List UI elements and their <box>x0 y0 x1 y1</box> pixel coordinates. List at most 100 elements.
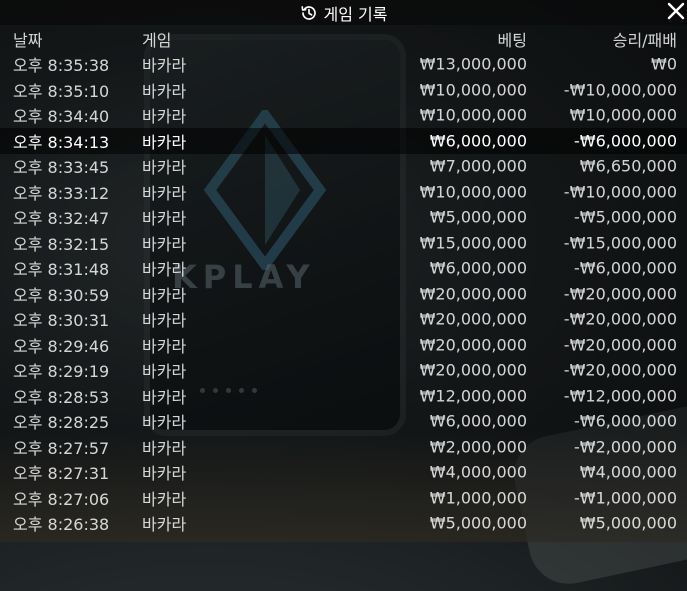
cell-result: -₩20,000,000 <box>563 284 677 304</box>
cell-date: 오후 8:33:45 <box>13 158 110 178</box>
cell-result: ₩4,000,000 <box>579 462 677 482</box>
cell-date: 오후 8:32:47 <box>13 209 110 229</box>
cell-result: -₩6,000,000 <box>573 411 677 431</box>
table-row[interactable]: 오후 8:33:12 바카라 ₩10,000,000 -₩10,000,000 <box>0 179 687 205</box>
cell-result: -₩20,000,000 <box>563 335 677 355</box>
column-header-bet: 베팅 <box>497 30 527 50</box>
cell-bet: ₩20,000,000 <box>419 335 527 355</box>
cell-result: -₩10,000,000 <box>563 80 677 100</box>
table-header: 날짜 게임 베팅 승리/패배 <box>0 26 687 52</box>
column-header-date: 날짜 <box>13 30 43 50</box>
cell-bet: ₩10,000,000 <box>419 182 527 202</box>
history-table: 날짜 게임 베팅 승리/패배 오후 8:35:38 바카라 ₩13,000,000 ₩… <box>0 26 687 536</box>
cell-result: -₩1,000,000 <box>573 488 677 508</box>
cell-date: 오후 8:27:57 <box>13 438 110 458</box>
cell-game: 바카라 <box>142 464 187 484</box>
cell-bet: ₩6,000,000 <box>429 411 527 431</box>
table-row[interactable]: 오후 8:29:19 바카라 ₩20,000,000 -₩20,000,000 <box>0 358 687 384</box>
table-row[interactable]: 오후 8:34:40 바카라 ₩10,000,000 ₩10,000,000 <box>0 103 687 129</box>
cell-bet: ₩13,000,000 <box>419 54 527 74</box>
table-row[interactable]: 오후 8:27:31 바카라 ₩4,000,000 ₩4,000,000 <box>0 460 687 486</box>
cell-bet: ₩10,000,000 <box>419 80 527 100</box>
cell-game: 바카라 <box>142 132 187 152</box>
cell-game: 바카라 <box>142 285 187 305</box>
table-row[interactable]: 오후 8:33:45 바카라 ₩7,000,000 ₩6,650,000 <box>0 154 687 180</box>
cell-bet: ₩5,000,000 <box>429 513 527 533</box>
cell-date: 오후 8:33:12 <box>13 183 110 203</box>
cell-result: -₩12,000,000 <box>563 386 677 406</box>
cell-game: 바카라 <box>142 438 187 458</box>
title-bar: 게임 기록 <box>0 0 687 25</box>
cell-bet: ₩7,000,000 <box>429 156 527 176</box>
table-row[interactable]: 오후 8:32:47 바카라 ₩5,000,000 -₩5,000,000 <box>0 205 687 231</box>
table-row[interactable]: 오후 8:29:46 바카라 ₩20,000,000 -₩20,000,000 <box>0 332 687 358</box>
cell-bet: ₩6,000,000 <box>429 131 527 151</box>
cell-game: 바카라 <box>142 387 187 407</box>
cell-date: 오후 8:35:38 <box>13 56 110 76</box>
table-row[interactable]: 오후 8:30:31 바카라 ₩20,000,000 -₩20,000,000 <box>0 307 687 333</box>
table-row[interactable]: 오후 8:31:48 바카라 ₩6,000,000 -₩6,000,000 <box>0 256 687 282</box>
cell-result: -₩15,000,000 <box>563 233 677 253</box>
page-title: 게임 기록 <box>323 4 388 24</box>
cell-game: 바카라 <box>142 515 187 535</box>
title-group: 게임 기록 <box>0 0 687 25</box>
cell-bet: ₩5,000,000 <box>429 207 527 227</box>
table-body: 오후 8:35:38 바카라 ₩13,000,000 ₩0 오후 8:35:10 바카라 ₩… <box>0 52 687 537</box>
cell-game: 바카라 <box>142 234 187 254</box>
cell-game: 바카라 <box>142 362 187 382</box>
table-row[interactable]: 오후 8:28:25 바카라 ₩6,000,000 -₩6,000,000 <box>0 409 687 435</box>
cell-game: 바카라 <box>142 56 187 76</box>
cell-date: 오후 8:34:13 <box>13 132 110 152</box>
table-row[interactable]: 오후 8:35:10 바카라 ₩10,000,000 -₩10,000,000 <box>0 77 687 103</box>
table-row[interactable]: 오후 8:32:15 바카라 ₩15,000,000 -₩15,000,000 <box>0 230 687 256</box>
cell-game: 바카라 <box>142 260 187 280</box>
cell-result: ₩10,000,000 <box>569 105 677 125</box>
cell-bet: ₩2,000,000 <box>429 437 527 457</box>
table-row[interactable]: 오후 8:27:57 바카라 ₩2,000,000 -₩2,000,000 <box>0 434 687 460</box>
history-icon <box>300 5 316 20</box>
table-row[interactable]: 오후 8:34:13 바카라 ₩6,000,000 -₩6,000,000 <box>0 128 687 154</box>
cell-bet: ₩20,000,000 <box>419 284 527 304</box>
cell-date: 오후 8:26:38 <box>13 515 110 535</box>
cell-bet: ₩4,000,000 <box>429 462 527 482</box>
table-row[interactable]: 오후 8:26:38 바카라 ₩5,000,000 ₩5,000,000 <box>0 511 687 537</box>
cell-result: -₩6,000,000 <box>573 258 677 278</box>
cell-bet: ₩15,000,000 <box>419 233 527 253</box>
table-row[interactable]: 오후 8:28:53 바카라 ₩12,000,000 -₩12,000,000 <box>0 383 687 409</box>
cell-game: 바카라 <box>142 489 187 509</box>
cell-bet: ₩12,000,000 <box>419 386 527 406</box>
table-row[interactable]: 오후 8:30:59 바카라 ₩20,000,000 -₩20,000,000 <box>0 281 687 307</box>
cell-date: 오후 8:30:59 <box>13 285 110 305</box>
cell-game: 바카라 <box>142 107 187 127</box>
close-icon[interactable] <box>665 0 687 22</box>
cell-result: -₩2,000,000 <box>573 437 677 457</box>
cell-date: 오후 8:29:46 <box>13 336 110 356</box>
cell-date: 오후 8:28:53 <box>13 387 110 407</box>
table-row[interactable]: 오후 8:27:06 바카라 ₩1,000,000 -₩1,000,000 <box>0 485 687 511</box>
cell-result: -₩10,000,000 <box>563 182 677 202</box>
cell-bet: ₩1,000,000 <box>429 488 527 508</box>
cell-date: 오후 8:35:10 <box>13 81 110 101</box>
cell-date: 오후 8:27:06 <box>13 489 110 509</box>
cell-game: 바카라 <box>142 209 187 229</box>
cell-date: 오후 8:32:15 <box>13 234 110 254</box>
cell-date: 오후 8:28:25 <box>13 413 110 433</box>
cell-bet: ₩10,000,000 <box>419 105 527 125</box>
cell-game: 바카라 <box>142 81 187 101</box>
cell-game: 바카라 <box>142 183 187 203</box>
cell-result: -₩20,000,000 <box>563 309 677 329</box>
cell-bet: ₩20,000,000 <box>419 309 527 329</box>
cell-result: -₩5,000,000 <box>573 207 677 227</box>
cell-result: -₩6,000,000 <box>573 131 677 151</box>
cell-result: ₩6,650,000 <box>579 156 677 176</box>
cell-bet: ₩20,000,000 <box>419 360 527 380</box>
cell-bet: ₩6,000,000 <box>429 258 527 278</box>
cell-game: 바카라 <box>142 158 187 178</box>
cell-date: 오후 8:31:48 <box>13 260 110 280</box>
cell-result: ₩5,000,000 <box>579 513 677 533</box>
table-row[interactable]: 오후 8:35:38 바카라 ₩13,000,000 ₩0 <box>0 52 687 78</box>
cell-result: -₩20,000,000 <box>563 360 677 380</box>
cell-date: 오후 8:29:19 <box>13 362 110 382</box>
cell-date: 오후 8:30:31 <box>13 311 110 331</box>
column-header-game: 게임 <box>142 30 172 50</box>
